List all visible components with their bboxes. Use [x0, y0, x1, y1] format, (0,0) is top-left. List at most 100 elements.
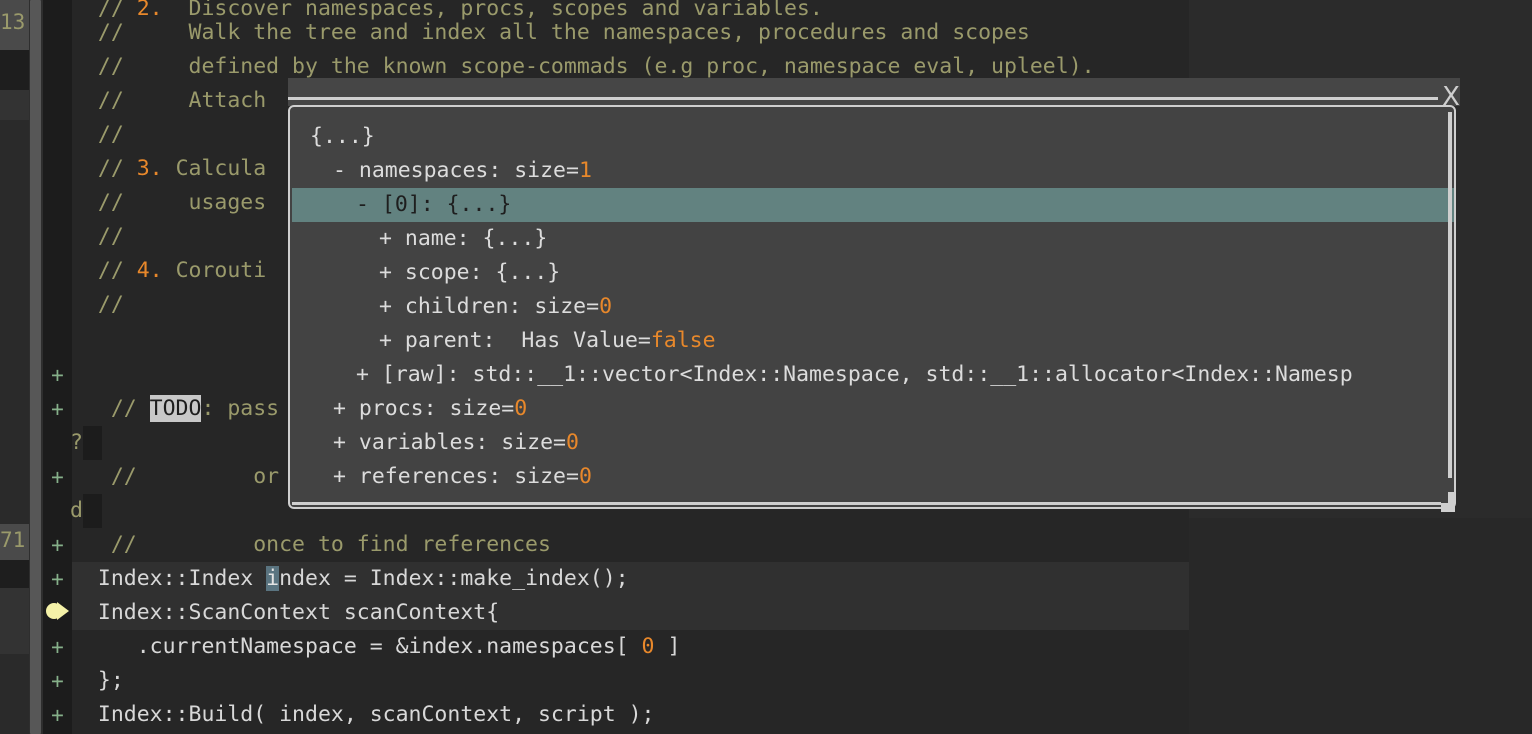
code-token-text: ndex = Index::make_index(); [279, 566, 629, 591]
code-line[interactable]: // or m [72, 460, 305, 494]
inspector-row[interactable]: + scope: {...} [292, 256, 1454, 290]
code-line[interactable]: // [72, 220, 124, 254]
popup-titlebar [288, 78, 1460, 106]
editor-scrollbar-thumb[interactable] [30, 0, 41, 734]
inspector-row-value: 0 [566, 430, 579, 455]
render-artifact-glyph: d [70, 498, 83, 523]
inspector-row[interactable]: + name: {...} [292, 222, 1454, 256]
inspector-row[interactable]: {...} [292, 120, 1454, 154]
inspector-row-value: 1 [578, 158, 592, 183]
render-artifact-glyph: ? [70, 430, 83, 455]
popup-titlebar-rule [288, 97, 1438, 100]
inspector-row-label: + name: {...} [379, 226, 548, 251]
inspector-row[interactable]: + [raw]: std::__1::vector<Index::Namespa… [292, 358, 1454, 392]
code-token-number: 4. [136, 258, 163, 283]
code-token-number: 0 [641, 634, 655, 659]
code-token-comment: : pass [201, 396, 280, 421]
inspector-row[interactable]: + parent: Has Value=false [292, 324, 1454, 358]
inspector-row-label: + children: size= [379, 294, 600, 319]
code-token-comment: // Attach [72, 88, 267, 113]
inspector-row-label: - [0]: {...} [356, 192, 512, 217]
gutter-change-added-marker[interactable]: + [43, 460, 72, 494]
code-token-comment: Calcula [162, 156, 267, 181]
gutter-change-added-marker[interactable]: + [43, 528, 72, 562]
code-token-comment: // [72, 122, 124, 147]
app-window: 13 71 // 2. Discover namespaces, procs, s… [0, 0, 1532, 734]
inspector-row-value: false [650, 328, 716, 353]
code-token-comment: // defined by the known scope-commads (e… [72, 54, 1095, 79]
code-token-number: 3. [136, 156, 163, 181]
code-token-comment: Corouti [162, 258, 267, 283]
code-line[interactable]: // once to find references [72, 528, 551, 562]
minimap-band [0, 588, 29, 654]
minimap-band [0, 0, 29, 10]
code-token-comment: // [72, 292, 124, 317]
code-token-comment: // [72, 258, 137, 283]
inspector-row-label: + [raw]: std::__1::vector<Index::Namespa… [356, 362, 1353, 387]
code-line[interactable]: Index::Build( index, scanContext, script… [72, 698, 655, 732]
minimap-line-number: 13 [0, 12, 26, 33]
minimap-line-number: 71 [0, 530, 26, 551]
editor-minimap[interactable]: 13 71 [0, 0, 29, 734]
inspector-row-label: + parent: Has Value= [379, 328, 651, 353]
code-line[interactable]: .currentNamespace = &index.namespaces[ 0… [72, 630, 681, 664]
inspector-row-selected[interactable]: - [0]: {...} [292, 188, 1454, 222]
code-line[interactable]: // TODO: pass [72, 392, 279, 426]
code-line[interactable]: Index::Index index = Index::make_index()… [72, 562, 1189, 596]
code-token-text: Index::Build( index, scanContext, script… [72, 702, 655, 727]
inspector-row-label: + procs: size= [333, 396, 515, 421]
debug-value-inspector-popup[interactable]: {...} - namespaces: size=1 - [0]: {...} + n… [288, 105, 1456, 509]
gutter-change-added-marker[interactable]: + [43, 630, 72, 664]
inspector-row-label: - namespaces: size= [333, 158, 579, 183]
gutter-change-added-marker[interactable]: + [43, 358, 72, 392]
render-artifact-block [83, 426, 102, 460]
code-token-comment: // [72, 156, 137, 181]
inspector-row-label: + references: size= [333, 464, 579, 489]
inspector-row[interactable]: - namespaces: size=1 [292, 154, 1454, 188]
code-line[interactable]: // Attach [72, 84, 266, 118]
popup-vertical-scrollbar[interactable] [1448, 112, 1452, 478]
execution-pointer-icon[interactable] [43, 594, 72, 628]
code-line[interactable]: }; [72, 664, 124, 698]
minimap-band [0, 50, 29, 90]
inspector-row-label: {...} [310, 124, 375, 149]
popup-horizontal-scrollbar[interactable] [292, 502, 1442, 505]
code-line[interactable]: // usages [72, 186, 266, 220]
code-token-text: .currentNamespace = &index.namespaces[ [72, 634, 642, 659]
gutter-change-added-marker[interactable]: + [43, 562, 72, 596]
code-line[interactable]: // 3. Calcula [72, 152, 266, 186]
render-artifact-block [83, 494, 102, 528]
gutter-change-added-marker[interactable]: + [43, 664, 72, 698]
gutter-change-added-marker[interactable]: + [43, 698, 72, 732]
inspector-row-value: 0 [599, 294, 613, 319]
code-line[interactable]: // [72, 118, 124, 152]
code-token-text: ] [654, 634, 681, 659]
code-token-comment: // or m [72, 464, 305, 489]
inspector-row[interactable]: + children: size=0 [292, 290, 1454, 324]
code-token-comment: // once to find references [72, 532, 551, 557]
inspector-row[interactable]: + variables: size=0 [292, 426, 1454, 460]
code-token-comment: // [72, 396, 150, 421]
todo-tag: TODO [149, 395, 202, 422]
inspector-row-value: 0 [578, 464, 592, 489]
inspector-row[interactable]: + references: size=0 [292, 460, 1454, 494]
code-token-text: Index::Index [72, 566, 267, 591]
minimap-band [0, 560, 29, 588]
inspector-row[interactable]: + procs: size=0 [292, 392, 1454, 426]
code-line[interactable]: Index::ScanContext scanContext{ [72, 596, 1189, 630]
gutter-change-added-marker[interactable]: + [43, 392, 72, 426]
code-token-comment: // Walk the tree and index all the names… [72, 20, 1030, 45]
code-token-text: }; [72, 668, 124, 693]
inspector-row-label: + variables: size= [333, 430, 566, 455]
code-line[interactable]: // [72, 288, 124, 322]
inspector-row-label: + scope: {...} [379, 260, 561, 285]
code-line[interactable]: // Walk the tree and index all the names… [72, 16, 1030, 50]
execution-pointer-arrow [57, 602, 69, 620]
code-line[interactable]: // 4. Corouti [72, 254, 266, 288]
text-cursor-selection: i [266, 566, 280, 591]
code-token-comment: // [72, 224, 124, 249]
inspector-row-value: 0 [514, 396, 528, 421]
popup-resize-grip-notch [1441, 492, 1448, 503]
minimap-band [0, 90, 29, 120]
code-token-text: Index::ScanContext scanContext{ [72, 600, 500, 625]
